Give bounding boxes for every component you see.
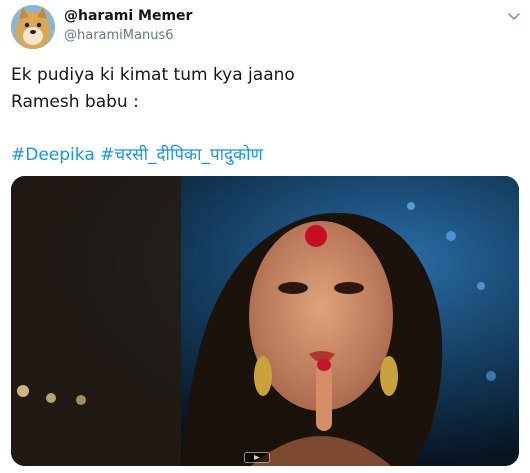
tweet-text: Ek pudiya ki kimat tum kya jaano Ramesh … (11, 62, 516, 116)
hashtags: #Deepika #चरसी_दीपिका_पादुकोण (11, 142, 263, 169)
tweet-media-gif[interactable] (11, 176, 519, 466)
chevron-down-icon[interactable] (506, 8, 522, 24)
doge-avatar-icon (11, 5, 55, 49)
gif-badge-icon (244, 452, 270, 463)
tweet-text-line: Ek pudiya ki kimat tum kya jaano (11, 65, 295, 85)
media-image (11, 176, 519, 466)
avatar[interactable] (11, 5, 55, 49)
tweet-text-line: Ramesh babu : (11, 92, 139, 112)
display-name[interactable]: @harami Memer (64, 8, 192, 24)
user-handle[interactable]: @haramiManus6 (64, 28, 174, 43)
hashtag-link[interactable]: #चरसी_दीपिका_पादुकोण (100, 145, 263, 165)
hashtag-link[interactable]: #Deepika (11, 145, 95, 165)
